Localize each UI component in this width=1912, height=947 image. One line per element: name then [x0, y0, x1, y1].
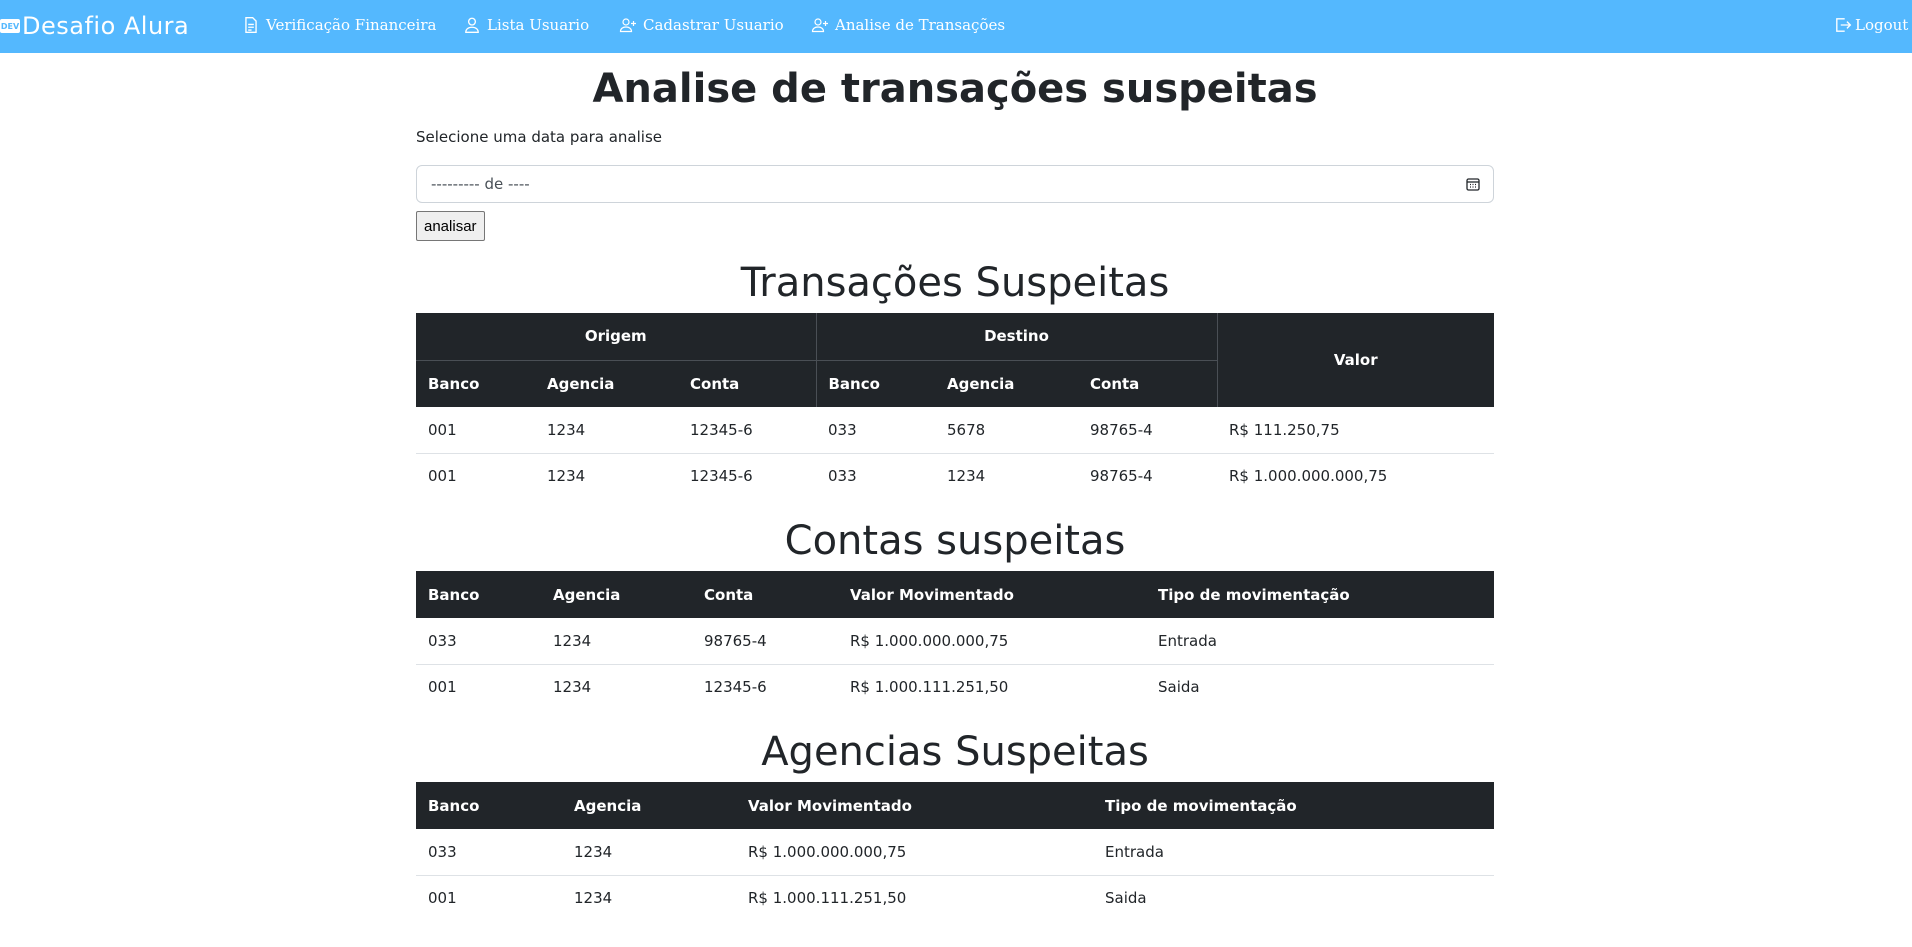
header-valor: Valor	[1216, 313, 1494, 407]
nav-link-verificacao-financeira[interactable]: Verificação Financeira	[242, 14, 436, 36]
suspicious-transactions-table: Origem Destino Valor Banco Agencia Conta…	[416, 313, 1494, 499]
month-date-input[interactable]: --------- de ----	[416, 165, 1494, 203]
nav-link-label: Verificação Financeira	[266, 16, 437, 34]
header-valor-movimentado: Valor Movimentado	[736, 782, 1093, 829]
date-input-value: --------- de ----	[431, 175, 530, 193]
cell-valor: R$ 111.250,75	[1217, 407, 1494, 454]
cell-banco: 001	[428, 889, 457, 908]
analisar-button[interactable]: analisar	[416, 211, 485, 241]
cell-banco: 001	[428, 678, 457, 697]
table-row: 001 1234 12345-6 033 5678 98765-4 R$ 111…	[416, 407, 1494, 454]
suspicious-accounts-table: Banco Agencia Conta Valor Movimentado Ti…	[416, 571, 1494, 710]
cell-origem-conta: 12345-6	[678, 407, 816, 454]
brand-title: Desafio Alura	[22, 12, 190, 40]
section-title-transacoes: Transações Suspeitas	[740, 260, 1170, 306]
section-title-contas: Contas suspeitas	[784, 518, 1126, 564]
cell-valor-movimentado: R$ 1.000.000.000,75	[838, 618, 1146, 665]
table-row: 033 1234 98765-4 R$ 1.000.000.000,75 Ent…	[416, 618, 1494, 665]
cell-agencia: 1234	[562, 829, 736, 876]
cell-conta: 12345-6	[704, 678, 767, 697]
header-destino: Destino	[816, 313, 1217, 361]
cell-agencia: 1234	[541, 618, 692, 665]
cell-destino-agencia: 1234	[947, 467, 986, 486]
table-row: 001 1234 12345-6 R$ 1.000.111.251,50 Sai…	[416, 664, 1494, 710]
cell-tipo-movimentacao: Saida	[1105, 889, 1147, 908]
document-icon	[245, 17, 257, 33]
table-row: 001 1234 R$ 1.000.111.251,50 Saida	[416, 875, 1494, 921]
cell-destino-conta: 98765-4	[1090, 467, 1153, 486]
cell-destino-conta: 98765-4	[1078, 407, 1217, 454]
cell-conta: 98765-4	[692, 618, 838, 665]
header-destino-agencia: Agencia	[935, 360, 1078, 407]
cell-destino-agencia: 5678	[935, 407, 1078, 454]
navbar: DEV Desafio Alura Verificação Financeira…	[0, 0, 1912, 53]
cell-origem-conta: 12345-6	[690, 467, 753, 486]
logout-link[interactable]: Logout	[1834, 14, 1908, 36]
date-label: Selecione uma data para analise	[416, 128, 662, 146]
dev-logo-icon: DEV	[0, 19, 20, 33]
nav-link-cadastrar-usuario[interactable]: Cadastrar Usuario	[619, 14, 784, 36]
nav-link-label: Cadastrar Usuario	[643, 16, 784, 34]
cell-banco: 033	[416, 618, 541, 665]
cell-valor-movimentado: R$ 1.000.111.251,50	[748, 889, 907, 908]
cell-tipo-movimentacao: Entrada	[1146, 618, 1494, 665]
header-valor-movimentado: Valor Movimentado	[838, 571, 1146, 618]
header-tipo-movimentacao: Tipo de movimentação	[1146, 571, 1494, 618]
cell-agencia: 1234	[553, 678, 592, 697]
header-destino-banco: Banco	[816, 360, 935, 407]
header-origem: Origem	[416, 313, 817, 361]
nav-link-lista-usuario[interactable]: Lista Usuario	[463, 14, 589, 36]
header-origem-banco: Banco	[416, 360, 535, 407]
cell-origem-agencia: 1234	[547, 467, 586, 486]
nav-link-label: Lista Usuario	[487, 16, 590, 34]
nav-link-analise-transacoes[interactable]: Analise de Transações	[811, 14, 1005, 36]
cell-valor-movimentado: R$ 1.000.000.000,75	[736, 829, 1093, 876]
cell-tipo-movimentacao: Entrada	[1093, 829, 1494, 876]
cell-destino-banco: 033	[828, 467, 857, 486]
header-tipo-movimentacao: Tipo de movimentação	[1093, 782, 1494, 829]
cell-origem-banco: 001	[416, 407, 535, 454]
suspicious-agencies-table: Banco Agencia Valor Movimentado Tipo de …	[416, 782, 1494, 921]
person-icon	[465, 17, 479, 33]
cell-agencia: 1234	[574, 889, 613, 908]
cell-valor-movimentado: R$ 1.000.111.251,50	[850, 678, 1009, 697]
header-banco: Banco	[416, 571, 541, 618]
cell-banco: 033	[416, 829, 562, 876]
header-banco: Banco	[416, 782, 562, 829]
logout-label: Logout	[1855, 16, 1909, 34]
cell-origem-banco: 001	[428, 467, 457, 486]
table-row: 033 1234 R$ 1.000.000.000,75 Entrada	[416, 829, 1494, 876]
header-destino-conta: Conta	[1078, 360, 1217, 407]
person-add-icon	[619, 18, 636, 33]
brand[interactable]: DEV Desafio Alura	[0, 10, 189, 42]
table-row: 001 1234 12345-6 033 1234 98765-4 R$ 1.0…	[416, 453, 1494, 499]
header-conta: Conta	[692, 571, 838, 618]
section-title-agencias: Agencias Suspeitas	[761, 729, 1149, 775]
header-agencia: Agencia	[562, 782, 736, 829]
header-origem-agencia: Agencia	[535, 360, 678, 407]
header-agencia: Agencia	[541, 571, 692, 618]
page-title: Analise de transações suspeitas	[592, 66, 1318, 112]
calendar-icon[interactable]	[1465, 176, 1481, 192]
cell-valor: R$ 1.000.000.000,75	[1229, 467, 1388, 486]
header-origem-conta: Conta	[678, 360, 817, 407]
cell-destino-banco: 033	[816, 407, 935, 454]
nav-link-label: Analise de Transações	[835, 16, 1006, 34]
logout-icon	[1836, 18, 1852, 32]
cell-origem-agencia: 1234	[535, 407, 678, 454]
cell-tipo-movimentacao: Saida	[1158, 678, 1200, 697]
person-add-icon	[811, 18, 828, 33]
